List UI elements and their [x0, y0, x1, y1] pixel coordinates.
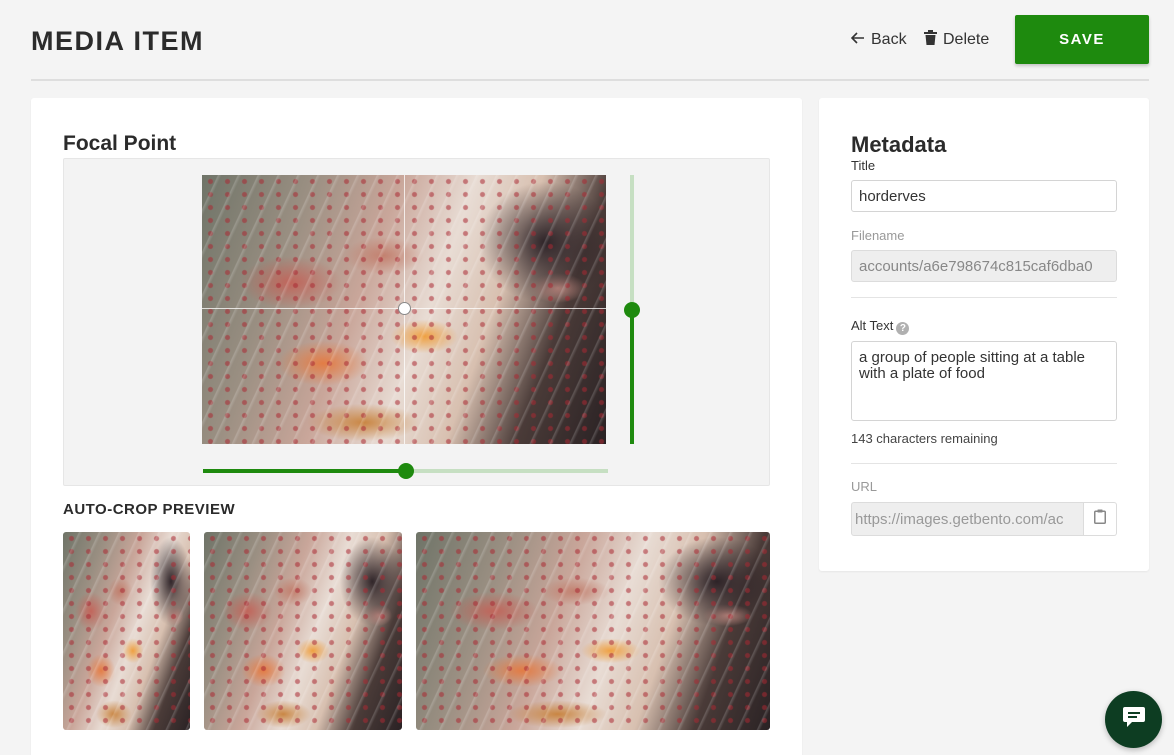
- page-title: MEDIA ITEM: [31, 26, 204, 56]
- alt-text-label: Alt Text?: [851, 318, 910, 335]
- url-input[interactable]: [851, 502, 1084, 536]
- auto-crop-title: AUTO-CROP PREVIEW: [63, 501, 236, 518]
- help-icon[interactable]: ?: [896, 322, 910, 335]
- page-header: MEDIA ITEM Back Delete SAVE: [0, 0, 1174, 81]
- delete-button[interactable]: Delete: [924, 30, 989, 50]
- focal-point-handle[interactable]: [398, 302, 411, 315]
- divider: [851, 297, 1117, 298]
- chat-bubble-icon: [1122, 706, 1146, 733]
- filename-input: [851, 250, 1117, 282]
- horizontal-slider-fill: [203, 469, 406, 473]
- trash-icon: [924, 30, 937, 50]
- title-input[interactable]: [851, 180, 1117, 212]
- alt-text-label-text: Alt Text: [851, 318, 894, 333]
- crop-preview-portrait-narrow: [63, 532, 190, 730]
- crop-preview-portrait: [204, 532, 402, 730]
- vertical-slider-fill: [630, 309, 634, 444]
- title-label: Title: [851, 158, 876, 173]
- metadata-title: Metadata: [851, 132, 947, 157]
- focal-point-editor: [63, 158, 770, 486]
- back-button[interactable]: Back: [850, 31, 907, 49]
- chat-button[interactable]: [1105, 691, 1162, 748]
- metadata-card: Metadata Title Filename Alt Text? a grou…: [819, 98, 1149, 571]
- crop-preview-landscape: [416, 532, 770, 730]
- focal-point-card: Focal Point AUTO-CROP PREVIEW: [31, 98, 802, 755]
- chars-remaining: 143 characters remaining: [851, 431, 998, 446]
- horizontal-slider-thumb[interactable]: [397, 463, 414, 479]
- vertical-focal-slider[interactable]: [624, 175, 640, 444]
- alt-text-input[interactable]: a group of people sitting at a table wit…: [851, 341, 1117, 421]
- horizontal-focal-slider[interactable]: [203, 463, 608, 479]
- copy-url-button[interactable]: [1084, 502, 1117, 536]
- arrow-left-icon: [850, 31, 865, 49]
- vertical-slider-thumb[interactable]: [624, 301, 640, 318]
- filename-label: Filename: [851, 228, 905, 243]
- save-button[interactable]: SAVE: [1015, 15, 1149, 64]
- delete-label: Delete: [943, 31, 990, 48]
- divider: [851, 463, 1117, 464]
- header-divider: [31, 79, 1149, 81]
- back-label: Back: [871, 31, 907, 48]
- clipboard-icon: [1094, 509, 1106, 529]
- focal-point-title: Focal Point: [63, 132, 177, 155]
- focal-image[interactable]: [202, 175, 606, 444]
- url-label: URL: [851, 479, 878, 494]
